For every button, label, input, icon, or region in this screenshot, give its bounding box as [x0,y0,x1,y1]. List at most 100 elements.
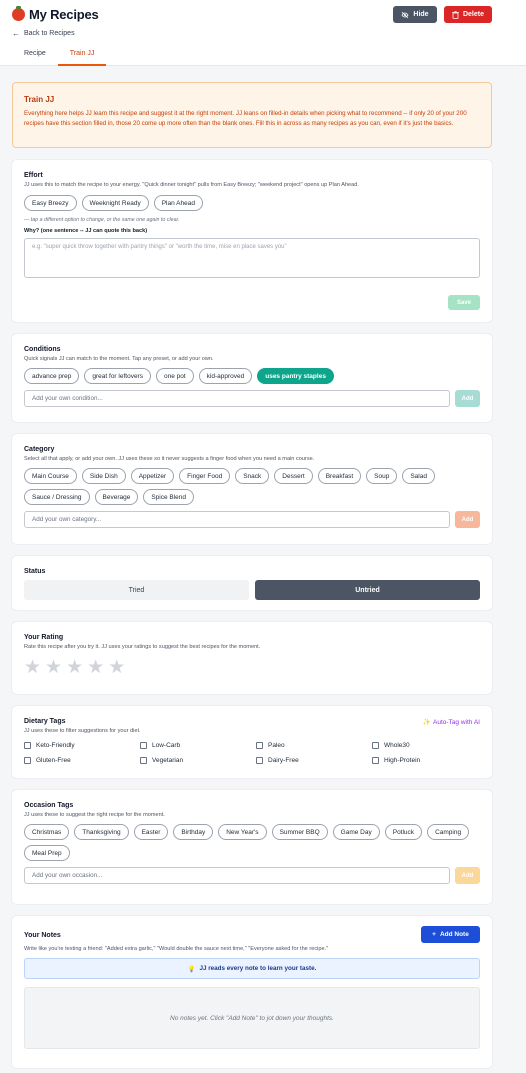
category-chip[interactable]: Appetizer [130,468,175,484]
occasion-chip[interactable]: New Year's [218,824,267,840]
conditions-title: Conditions [24,346,61,353]
category-title: Category [24,446,55,453]
add-occasion-button[interactable]: Add [455,867,480,884]
why-textarea[interactable]: e.g. "super quick throw together with pa… [24,238,480,278]
condition-chip[interactable]: advance prep [24,368,80,384]
dietary-option[interactable]: High-Protein [372,757,488,764]
tab-bar: Recipe Train JJ [12,42,107,66]
condition-input[interactable]: Add your own condition... [24,390,450,407]
occasion-chip[interactable]: Potluck [384,824,423,840]
category-chip[interactable]: Soup [366,468,398,484]
condition-chip[interactable]: great for leftovers [84,368,151,384]
star-icon[interactable]: ★ [45,658,62,677]
category-chip[interactable]: Main Course [24,468,77,484]
checkbox[interactable] [140,757,147,764]
dietary-option[interactable]: Dairy-Free [256,757,372,764]
effort-option-easy-breezy[interactable]: Easy Breezy [24,195,77,211]
category-chip[interactable]: Spice Blend [143,489,195,505]
status-toggle: Tried Untried [24,580,480,600]
delete-button[interactable]: Delete [444,6,492,23]
star-icon[interactable]: ★ [108,658,125,677]
tab-train-jj[interactable]: Train JJ [57,42,107,66]
checkbox[interactable] [24,742,31,749]
status-card: Status Tried Untried [12,556,492,610]
effort-title: Effort [24,172,43,179]
status-option-untried[interactable]: Untried [255,580,480,600]
auto-tag-button[interactable]: ✨ Auto-Tag with AI [423,718,480,727]
occasion-chip[interactable]: Thanksgiving [74,824,129,840]
dietary-card: Dietary Tags JJ uses these to filter sug… [12,706,492,778]
occasion-input-row: Add your own occasion... Add [24,867,480,884]
checkbox[interactable] [24,757,31,764]
occasion-chip[interactable]: Christmas [24,824,70,840]
category-chip[interactable]: Sauce / Dressing [24,489,90,505]
hide-button[interactable]: Hide [393,6,437,23]
category-card: Category Select all that apply, or add y… [12,434,492,544]
save-button[interactable]: Save [448,295,480,310]
top-bar: My Recipes ← Back to Recipes Hide Delete… [0,0,526,66]
dietary-option-label: Keto-Friendly [36,742,75,749]
add-category-button[interactable]: Add [455,511,480,528]
star-icon[interactable]: ★ [66,658,83,677]
checkbox[interactable] [372,757,379,764]
occasion-subtitle: JJ uses these to suggest the right recip… [24,812,165,818]
occasion-chip[interactable]: Camping [427,824,470,840]
dietary-option[interactable]: Whole30 [372,742,488,749]
condition-input-row: Add your own condition... Add [24,390,480,407]
category-chip[interactable]: Finger Food [179,468,231,484]
dietary-option[interactable]: Paleo [256,742,372,749]
occasion-chip[interactable]: Meal Prep [24,845,70,861]
category-chip[interactable]: Salad [402,468,435,484]
star-icon[interactable]: ★ [24,658,41,677]
category-chip[interactable]: Side Dish [81,468,126,484]
delete-button-label: Delete [462,11,484,18]
effort-options: Easy Breezy Weeknight Ready Plan Ahead [24,195,480,211]
dietary-option[interactable]: Gluten-Free [24,757,140,764]
occasion-chip[interactable]: Easter [133,824,169,840]
checkbox[interactable] [372,742,379,749]
dietary-option-label: Gluten-Free [36,757,71,764]
category-chip[interactable]: Beverage [94,489,139,505]
dietary-option-label: Whole30 [384,742,410,749]
add-note-button[interactable]: + Add Note [421,926,480,943]
occasion-chip[interactable]: Game Day [332,824,380,840]
notes-empty-state: No notes yet. Click "Add Note" to jot do… [24,987,480,1049]
condition-chip[interactable]: one pot [155,368,194,384]
condition-chip[interactable]: kid-approved [198,368,253,384]
checkbox[interactable] [256,757,263,764]
notes-title: Your Notes [24,932,61,939]
category-chip[interactable]: Dessert [274,468,313,484]
tomato-icon [12,6,25,21]
dietary-option-label: Vegetarian [152,757,184,764]
notes-info-banner: 💡 JJ reads every note to learn your tast… [24,958,480,979]
status-option-tried[interactable]: Tried [24,580,249,600]
tab-recipe[interactable]: Recipe [12,42,58,66]
page-title: My Recipes [29,7,99,22]
occasion-chip[interactable]: Summer BBQ [271,824,328,840]
condition-chip-selected[interactable]: uses pantry staples [257,368,334,384]
dietary-option[interactable]: Vegetarian [140,757,256,764]
effort-subtitle: JJ uses this to match the recipe to your… [24,182,359,188]
main-content: Train JJ Everything here helps JJ learn … [12,82,492,1068]
occasion-card: Occasion Tags JJ uses these to suggest t… [12,790,492,904]
category-subtitle: Select all that apply, or add your own. … [24,456,315,462]
effort-option-weeknight-ready[interactable]: Weeknight Ready [81,195,149,211]
category-input[interactable]: Add your own category... [24,511,450,528]
checkbox[interactable] [256,742,263,749]
category-chip[interactable]: Snack [235,468,270,484]
occasion-input[interactable]: Add your own occasion... [24,867,450,884]
back-to-recipes-link[interactable]: ← Back to Recipes [12,29,75,38]
dietary-title: Dietary Tags [24,718,66,725]
category-chip[interactable]: Breakfast [317,468,362,484]
dietary-option-label: High-Protein [384,757,421,764]
category-input-row: Add your own category... Add [24,511,480,528]
star-icon[interactable]: ★ [87,658,104,677]
dietary-option[interactable]: Keto-Friendly [24,742,140,749]
add-condition-button[interactable]: Add [455,390,480,407]
checkbox[interactable] [140,742,147,749]
occasion-chip[interactable]: Birthday [173,824,214,840]
conditions-subtitle: Quick signals JJ can match to the moment… [24,356,214,362]
effort-option-plan-ahead[interactable]: Plan Ahead [153,195,203,211]
dietary-option[interactable]: Low-Carb [140,742,256,749]
effort-hint: — tap a different option to change, or t… [24,217,180,223]
